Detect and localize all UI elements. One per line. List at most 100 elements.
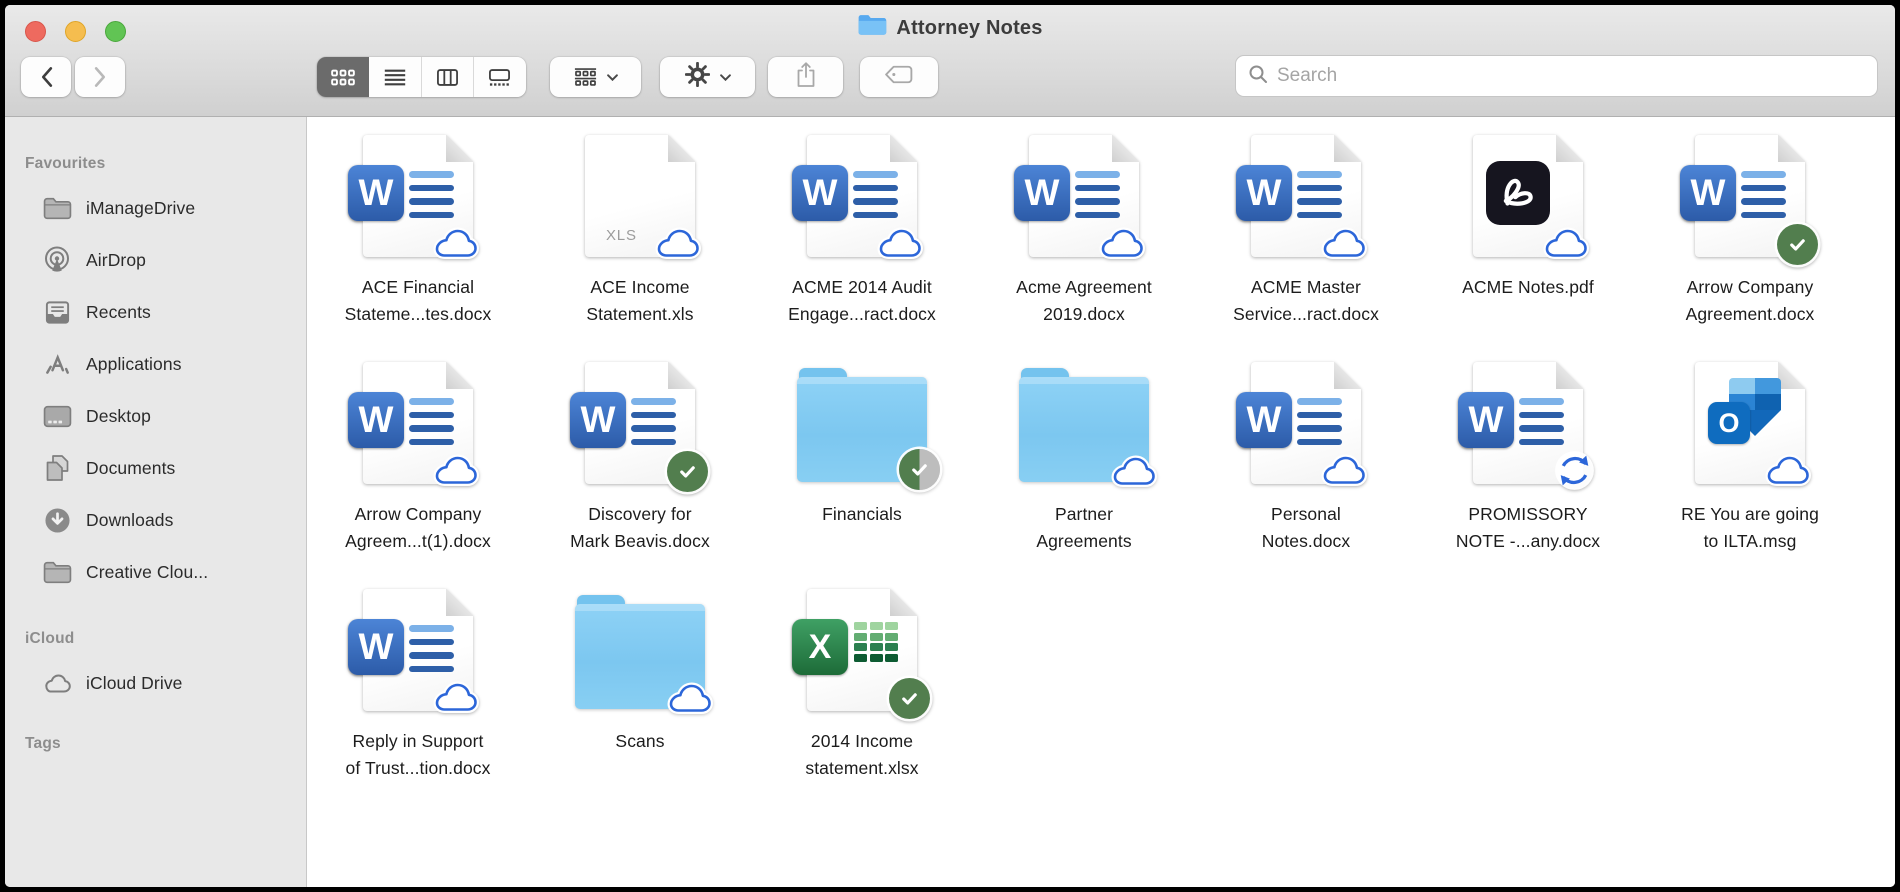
file-item-acme-2014-audit-engage-ract-docx[interactable]: WACME 2014 AuditEngage...ract.docx [751,135,973,362]
folder-item-partner-agreements[interactable]: PartnerAgreements [973,362,1195,589]
file-item-2014-income-statement-xlsx[interactable]: X2014 Incomestatement.xlsx [751,589,973,816]
page-fold [1556,135,1583,162]
file-item-ace-financial-stateme-tes-docx[interactable]: WACE FinancialStateme...tes.docx [307,135,529,362]
documents-icon [41,454,73,482]
file-label: Acme Agreement2019.docx [1016,274,1152,328]
sidebar-item-label: iCloud Drive [86,673,183,694]
page-fold [890,135,917,162]
share-button[interactable] [768,57,843,97]
page-fold [446,135,473,162]
word-text-lines [409,625,454,679]
search-field[interactable] [1235,55,1878,97]
icloud-download-badge-icon [1319,453,1369,487]
page-fold [446,589,473,616]
file-icon-area: XLS [565,135,715,257]
airdrop-icon [41,246,73,274]
word-file-icon: W [585,362,695,484]
synced-check-badge-icon [889,678,930,719]
word-text-lines [853,171,898,225]
sidebar-item-creative-clou[interactable]: Creative Clou... [5,546,306,598]
file-label: ACME MasterService...ract.docx [1233,274,1379,328]
close-button[interactable] [25,21,46,42]
folder-icon [797,368,927,482]
chevron-down-icon [607,68,618,86]
forward-button[interactable] [75,57,125,97]
file-item-acme-notes-pdf[interactable]: ACME Notes.pdf [1417,135,1639,362]
sidebar-item-icloud-drive[interactable]: iCloud Drive [5,657,306,709]
sidebar-item-label: Downloads [86,510,173,531]
folder-item-financials[interactable]: Financials [751,362,973,589]
page-fold [1778,135,1805,162]
sidebar-section-header: Favourites [5,155,306,173]
file-item-personal-notes-docx[interactable]: WPersonalNotes.docx [1195,362,1417,589]
folder-icon [41,561,73,584]
page-fold [1334,135,1361,162]
word-text-lines [1075,171,1120,225]
sidebar-item-documents[interactable]: Documents [5,442,306,494]
file-browser-content: WACE FinancialStateme...tes.docxXLSACE I… [307,117,1895,887]
file-label: Discovery forMark Beavis.docx [570,501,710,555]
page-fold [1778,362,1805,389]
word-text-lines [409,171,454,225]
sidebar-section-gap [5,598,306,630]
file-item-re-you-are-going-to-ilta-msg[interactable]: ORE You are goingto ILTA.msg [1639,362,1861,589]
gallery-view-button[interactable] [474,57,526,97]
file-item-acme-master-service-ract-docx[interactable]: WACME MasterService...ract.docx [1195,135,1417,362]
sidebar-item-airdrop[interactable]: AirDrop [5,234,306,286]
gear-icon [685,62,710,92]
search-input[interactable] [1277,65,1865,87]
file-item-arrow-company-agreem-t-1-docx[interactable]: WArrow CompanyAgreem...t(1).docx [307,362,529,589]
page-title: Attorney Notes [896,17,1042,40]
xls-file-icon: XLS [585,135,695,257]
file-grid: WACE FinancialStateme...tes.docxXLSACE I… [307,117,1895,816]
file-icon-area: W [787,135,937,257]
action-menu-button[interactable] [660,57,755,97]
folder-icon [41,197,73,220]
file-label-line: 2014 Income [805,728,918,755]
sidebar-item-label: Recents [86,302,151,323]
file-label-line: ACME Notes.pdf [1462,274,1594,301]
file-label-line: Acme Agreement [1016,274,1152,301]
word-text-lines [1519,398,1564,452]
file-item-promissory-note-any-docx[interactable]: WPROMISSORYNOTE -...any.docx [1417,362,1639,589]
group-by-button[interactable] [550,57,641,97]
sidebar-item-label: Documents [86,458,175,479]
word-logo: W [1680,165,1736,221]
word-logo: W [792,165,848,221]
sidebar-item-imanagedrive[interactable]: iManageDrive [5,182,306,234]
sidebar-item-applications[interactable]: Applications [5,338,306,390]
word-file-icon: W [1695,135,1805,257]
sidebar-item-downloads[interactable]: Downloads [5,494,306,546]
file-label-line: Mark Beavis.docx [570,528,710,555]
sidebar-item-label: Desktop [86,406,151,427]
file-item-reply-in-support-of-trust-tion-docx[interactable]: WReply in Supportof Trust...tion.docx [307,589,529,816]
file-label: PartnerAgreements [1036,501,1131,555]
file-label-line: Arrow Company [345,501,491,528]
sidebar-item-desktop[interactable]: Desktop [5,390,306,442]
page-fold [1556,362,1583,389]
tag-button[interactable] [860,57,938,97]
file-item-discovery-for-mark-beavis-docx[interactable]: W Discovery forMark Beavis.docx [529,362,751,589]
folder-item-scans[interactable]: Scans [529,589,751,816]
file-item-ace-income-statement-xls[interactable]: XLSACE IncomeStatement.xls [529,135,751,362]
outlook-logo: O [1708,402,1750,444]
page-fold [1112,135,1139,162]
synced-check-badge-icon [1777,224,1818,265]
excel-cells [854,622,898,662]
minimize-button[interactable] [65,21,86,42]
xls-label: XLS [606,227,637,244]
column-view-button[interactable] [422,57,474,97]
file-label-line: Scans [615,728,664,755]
word-logo: W [1236,392,1292,448]
icon-view-button[interactable] [317,57,369,97]
file-item-arrow-company-agreement-docx[interactable]: WArrow CompanyAgreement.docx [1639,135,1861,362]
share-icon [795,61,817,93]
list-view-button[interactable] [369,57,421,97]
file-icon-area: W [343,362,493,484]
sidebar-item-recents[interactable]: Recents [5,286,306,338]
excel-logo: X [792,619,848,675]
file-label-line: Agreement.docx [1686,301,1815,328]
back-button[interactable] [21,57,71,97]
zoom-button[interactable] [105,21,126,42]
file-item-acme-agreement-2019-docx[interactable]: WAcme Agreement2019.docx [973,135,1195,362]
